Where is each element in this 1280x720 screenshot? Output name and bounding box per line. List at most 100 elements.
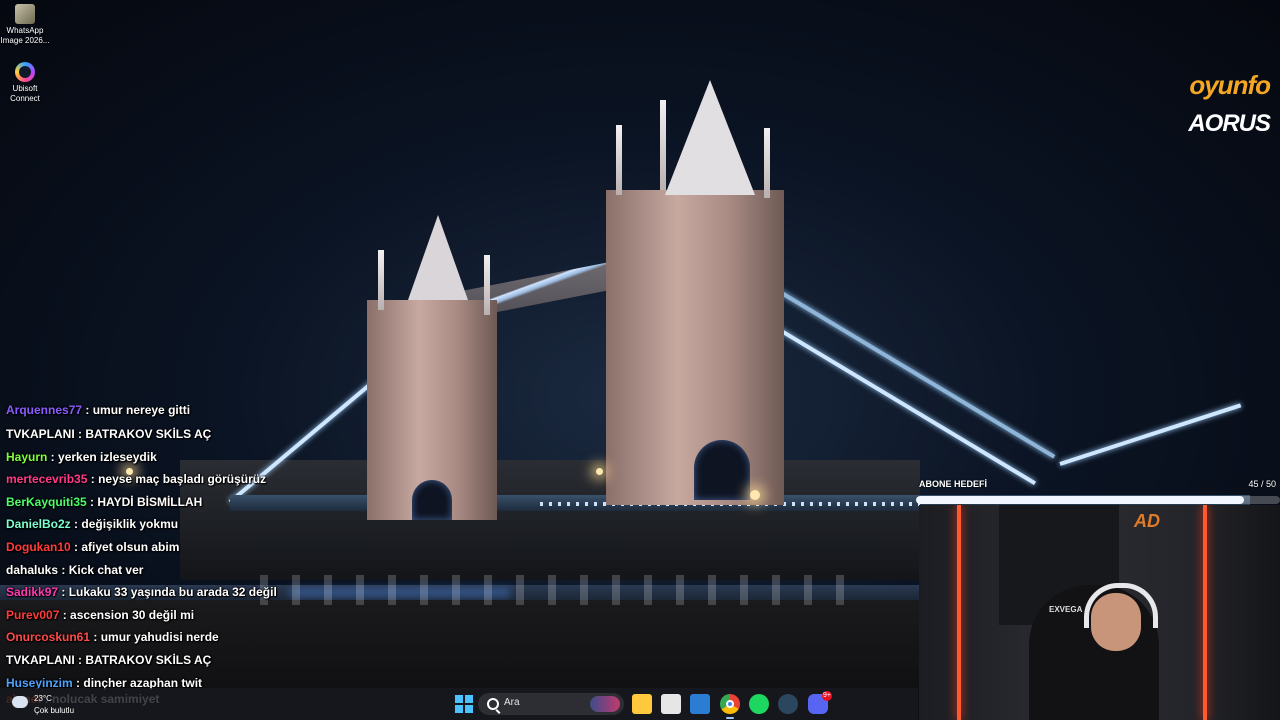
chat-username: Purev007 xyxy=(6,607,60,622)
weather-widget[interactable]: 23°C Çok bulutlu xyxy=(8,690,88,718)
tower-roof-left xyxy=(408,215,468,300)
store-icon[interactable] xyxy=(661,694,681,714)
chat-message: DanielBo2z : değişiklik yokmu xyxy=(6,513,306,536)
chat-username: Dogukan10 xyxy=(6,539,71,554)
chat-username: mertecevrib35 xyxy=(6,472,88,487)
spire xyxy=(660,100,666,190)
subscriber-goal-count: 45 / 50 xyxy=(1248,479,1276,489)
steam-icon[interactable] xyxy=(778,694,798,714)
chat-username: BerKayquiti35 xyxy=(6,494,87,509)
taskbar: 23°C Çok bulutlu Ara 9+ xyxy=(0,688,918,720)
tower-arch xyxy=(412,480,452,520)
discord-icon[interactable]: 9+ xyxy=(808,691,832,714)
desktop-icon-ubisoft-connect[interactable]: Ubisoft Connect xyxy=(0,58,50,104)
chat-separator: : xyxy=(82,405,93,417)
oyunfo-logo: oyunfo xyxy=(1189,70,1271,100)
chat-text: BATRAKOV SKİLS AÇ xyxy=(85,652,212,667)
active-app-indicator xyxy=(726,717,734,719)
start-icon-tile xyxy=(465,695,473,703)
chat-username: Hayurn xyxy=(6,449,48,464)
discord-notification-badge: 9+ xyxy=(822,691,832,701)
chat-username: Arquennes77 xyxy=(6,405,83,417)
chat-separator: : xyxy=(58,585,69,600)
shelf-logo: AD xyxy=(1134,511,1160,531)
webcam-feed: AD EXVEGA xyxy=(919,505,1280,720)
chat-username: DanielBo2z xyxy=(6,517,71,532)
chat-text: neyse maç başladı görüşürüz xyxy=(98,472,267,487)
chat-message: TVKAPLANI : BATRAKOV SKİLS AÇ xyxy=(6,423,306,446)
chat-separator: : xyxy=(70,517,82,532)
ubisoft-icon xyxy=(15,62,35,82)
chat-message: TVKAPLANI : BATRAKOV SKİLS AÇ xyxy=(6,649,306,672)
subscriber-goal: ABONE HEDEFİ 45 / 50 xyxy=(916,476,1280,504)
chrome-icon[interactable] xyxy=(720,694,740,714)
taskbar-search[interactable]: Ara xyxy=(478,693,624,715)
subscriber-goal-track xyxy=(916,496,1280,504)
blurred-people xyxy=(260,575,850,605)
subscriber-goal-fill xyxy=(916,496,1244,504)
chat-message: Dogukan10 : afiyet olsun abim xyxy=(6,536,306,559)
chat-username: Sadikk97 xyxy=(6,585,59,600)
start-button[interactable] xyxy=(454,694,474,714)
image-file-icon xyxy=(15,4,35,24)
aorus-logo: AORUS xyxy=(1188,110,1271,137)
start-icon-tile xyxy=(465,705,473,713)
led-strip xyxy=(1203,505,1207,720)
chat-text: afiyet olsun abim xyxy=(81,539,180,554)
chat-message: BerKayquiti35 : HAYDİ BİSMİLLAH xyxy=(6,491,306,514)
chat-separator: : xyxy=(87,472,99,487)
chat-separator: : xyxy=(59,607,71,622)
chat-text: BATRAKOV SKİLS AÇ xyxy=(85,427,212,441)
file-explorer-icon[interactable] xyxy=(632,694,652,714)
chat-message: Hayurn : yerken izleseydik xyxy=(6,446,306,469)
chat-username: TVKAPLANI xyxy=(6,652,75,667)
chat-text: ascension 30 değil mi xyxy=(70,607,195,622)
street-lamp xyxy=(750,490,760,500)
bridge-tower-right xyxy=(606,190,784,505)
chat-username: Onurcoskun61 xyxy=(6,630,91,645)
chat-separator: : xyxy=(58,562,69,577)
desktop-icon-label: WhatsApp Image 2026... xyxy=(0,26,50,45)
chat-message: Onurcoskun61 : umur yahudisi nerde xyxy=(6,626,306,649)
desktop-icon-label: Ubisoft Connect xyxy=(10,84,40,103)
chat-message: mertecevrib35 : neyse maç başladı görüşü… xyxy=(6,468,306,491)
mail-icon[interactable] xyxy=(690,694,710,714)
spire xyxy=(484,255,490,315)
led-strip xyxy=(957,505,961,720)
chat-message: dahaluks : Kick chat ver xyxy=(6,559,306,582)
chat-text: umur yahudisi nerde xyxy=(100,630,219,645)
weather-condition: Çok bulutlu xyxy=(34,706,75,715)
street-lamp xyxy=(596,468,603,475)
search-highlight-icon xyxy=(590,696,620,712)
spire xyxy=(764,128,770,198)
bridge-tower-left xyxy=(367,300,497,520)
chat-separator: : xyxy=(74,652,86,667)
chat-separator: : xyxy=(70,539,82,554)
chair-brand: EXVEGA xyxy=(1049,605,1083,614)
chat-text: HAYDİ BİSMİLLAH xyxy=(97,494,203,509)
chat-separator: : xyxy=(86,494,98,509)
spotify-icon[interactable] xyxy=(749,694,769,714)
chat-separator: : xyxy=(90,630,101,645)
chat-message: Arquennes77 : umur nereye gitti xyxy=(6,405,306,423)
search-icon xyxy=(487,698,499,710)
desktop-icon-whatsapp-image[interactable]: WhatsApp Image 2026... xyxy=(0,0,50,46)
chat-text: yerken izleseydik xyxy=(58,449,157,464)
search-placeholder: Ara xyxy=(504,697,520,708)
suspension-cable-far xyxy=(1059,403,1242,466)
weather-temperature: 23°C xyxy=(34,694,52,703)
chat-separator: : xyxy=(47,449,59,464)
chat-text: Lukaku 33 yaşında bu arada 32 değil xyxy=(68,585,277,600)
subscriber-goal-label: ABONE HEDEFİ xyxy=(919,479,988,489)
spire xyxy=(378,250,384,310)
tower-arch xyxy=(694,440,750,500)
chat-username: dahaluks xyxy=(6,562,59,577)
chat-separator: : xyxy=(74,427,86,441)
tower-roof-right xyxy=(665,80,755,195)
spire xyxy=(616,125,622,195)
start-icon-tile xyxy=(455,705,463,713)
start-icon xyxy=(455,695,463,703)
chat-message: Purev007 : ascension 30 değil mi xyxy=(6,604,306,627)
chat-message: Sadikk97 : Lukaku 33 yaşında bu arada 32… xyxy=(6,581,306,604)
chat-text: Kick chat ver xyxy=(68,562,144,577)
